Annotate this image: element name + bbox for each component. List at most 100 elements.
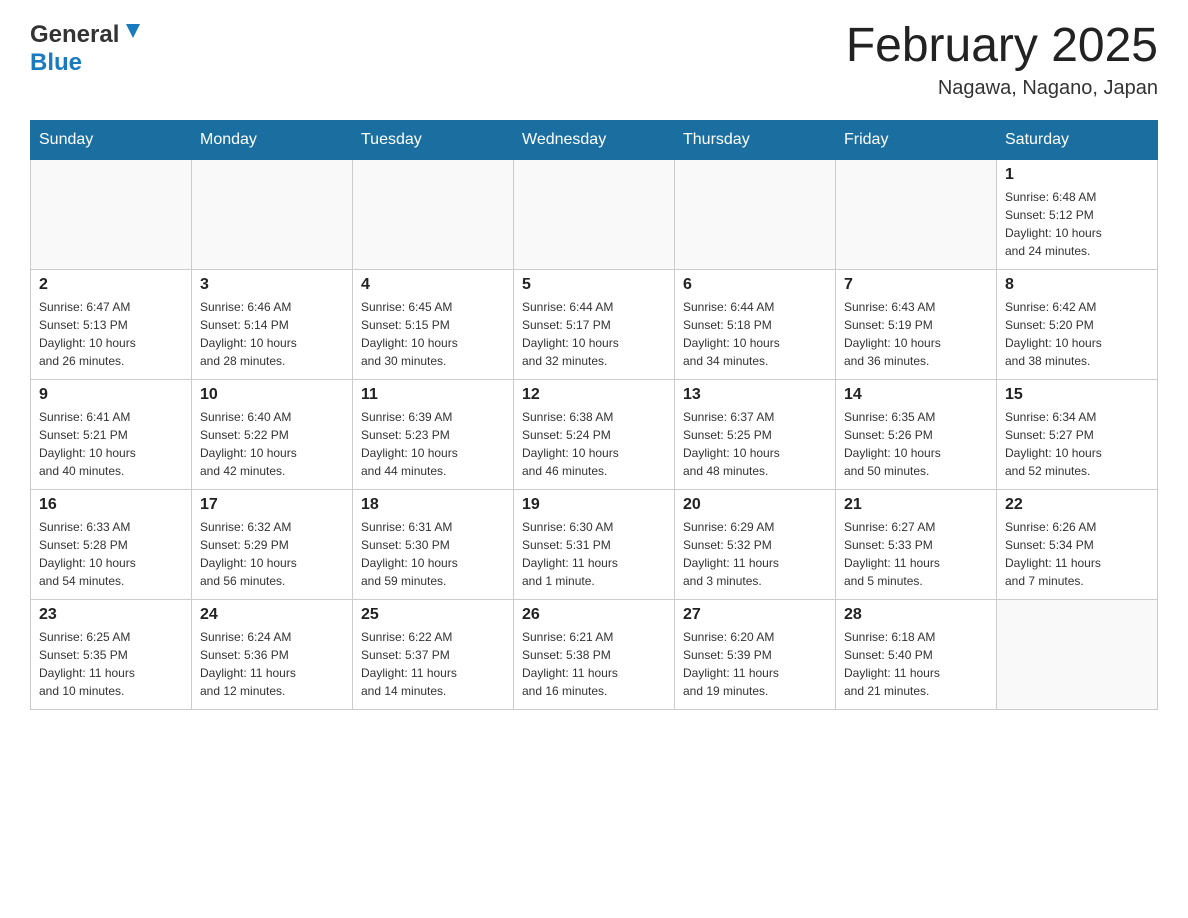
day-number: 7	[844, 276, 988, 294]
calendar-week-3: 9 Sunrise: 6:41 AM Sunset: 5:21 PM Daylig…	[31, 379, 1158, 489]
day-info: Sunrise: 6:33 AM Sunset: 5:28 PM Dayligh…	[39, 518, 183, 590]
calendar-cell: 10Sunrise: 6:40 AM Sunset: 5:22 PM Dayli…	[192, 379, 353, 489]
calendar-body: 1 Sunrise: 6:48 AM Sunset: 5:12 PM Daylig…	[31, 159, 1158, 709]
calendar-cell: 26 Sunrise: 6:21 AM Sunset: 5:38 PM Dayli…	[514, 599, 675, 709]
day-number: 12	[522, 386, 666, 404]
calendar-cell: 13Sunrise: 6:37 AM Sunset: 5:25 PM Dayli…	[675, 379, 836, 489]
day-number: 11	[361, 386, 505, 404]
day-info: Sunrise: 6:31 AM Sunset: 5:30 PM Dayligh…	[361, 518, 505, 590]
calendar-cell: 22 Sunrise: 6:26 AM Sunset: 5:34 PM Dayli…	[997, 489, 1158, 599]
month-title: February 2025	[846, 20, 1158, 73]
calendar-cell: 27Sunrise: 6:20 AM Sunset: 5:39 PM Dayli…	[675, 599, 836, 709]
calendar-cell	[836, 159, 997, 269]
calendar-cell	[997, 599, 1158, 709]
weekday-header-friday: Friday	[836, 120, 997, 159]
calendar-cell: 11 Sunrise: 6:39 AM Sunset: 5:23 PM Dayli…	[353, 379, 514, 489]
title-block: February 2025 Nagawa, Nagano, Japan	[846, 20, 1158, 100]
weekday-header-saturday: Saturday	[997, 120, 1158, 159]
calendar-cell: 12 Sunrise: 6:38 AM Sunset: 5:24 PM Dayli…	[514, 379, 675, 489]
calendar-cell: 14Sunrise: 6:35 AM Sunset: 5:26 PM Dayli…	[836, 379, 997, 489]
calendar-cell	[514, 159, 675, 269]
calendar-cell: 8 Sunrise: 6:42 AM Sunset: 5:20 PM Daylig…	[997, 269, 1158, 379]
weekday-header-thursday: Thursday	[675, 120, 836, 159]
day-info: Sunrise: 6:42 AM Sunset: 5:20 PM Dayligh…	[1005, 298, 1149, 370]
day-number: 13	[683, 386, 827, 404]
calendar-week-2: 2Sunrise: 6:47 AM Sunset: 5:13 PM Daylig…	[31, 269, 1158, 379]
calendar-cell: 19 Sunrise: 6:30 AM Sunset: 5:31 PM Dayli…	[514, 489, 675, 599]
weekday-header-tuesday: Tuesday	[353, 120, 514, 159]
weekday-header-wednesday: Wednesday	[514, 120, 675, 159]
day-info: Sunrise: 6:38 AM Sunset: 5:24 PM Dayligh…	[522, 408, 666, 480]
day-info: Sunrise: 6:25 AM Sunset: 5:35 PM Dayligh…	[39, 628, 183, 700]
calendar-table: SundayMondayTuesdayWednesdayThursdayFrid…	[30, 120, 1158, 710]
day-number: 17	[200, 496, 344, 514]
day-number: 15	[1005, 386, 1149, 404]
calendar-cell: 24Sunrise: 6:24 AM Sunset: 5:36 PM Dayli…	[192, 599, 353, 709]
calendar-cell: 17 Sunrise: 6:32 AM Sunset: 5:29 PM Dayli…	[192, 489, 353, 599]
location-title: Nagawa, Nagano, Japan	[846, 77, 1158, 100]
day-number: 19	[522, 496, 666, 514]
day-number: 5	[522, 276, 666, 294]
calendar-week-1: 1 Sunrise: 6:48 AM Sunset: 5:12 PM Daylig…	[31, 159, 1158, 269]
day-number: 28	[844, 606, 988, 624]
calendar-cell: 6 Sunrise: 6:44 AM Sunset: 5:18 PM Daylig…	[675, 269, 836, 379]
day-number: 1	[1005, 166, 1149, 184]
day-info: Sunrise: 6:43 AM Sunset: 5:19 PM Dayligh…	[844, 298, 988, 370]
day-number: 26	[522, 606, 666, 624]
day-number: 16	[39, 496, 183, 514]
calendar-cell	[192, 159, 353, 269]
day-info: Sunrise: 6:34 AM Sunset: 5:27 PM Dayligh…	[1005, 408, 1149, 480]
day-info: Sunrise: 6:35 AM Sunset: 5:26 PM Dayligh…	[844, 408, 988, 480]
weekday-header-monday: Monday	[192, 120, 353, 159]
day-number: 6	[683, 276, 827, 294]
day-number: 8	[1005, 276, 1149, 294]
day-info: Sunrise: 6:30 AM Sunset: 5:31 PM Dayligh…	[522, 518, 666, 590]
day-number: 18	[361, 496, 505, 514]
day-info: Sunrise: 6:48 AM Sunset: 5:12 PM Dayligh…	[1005, 188, 1149, 260]
calendar-cell: 4 Sunrise: 6:45 AM Sunset: 5:15 PM Daylig…	[353, 269, 514, 379]
day-info: Sunrise: 6:39 AM Sunset: 5:23 PM Dayligh…	[361, 408, 505, 480]
day-info: Sunrise: 6:44 AM Sunset: 5:18 PM Dayligh…	[683, 298, 827, 370]
calendar-cell: 3Sunrise: 6:46 AM Sunset: 5:14 PM Daylig…	[192, 269, 353, 379]
calendar-cell: 9 Sunrise: 6:41 AM Sunset: 5:21 PM Daylig…	[31, 379, 192, 489]
day-number: 9	[39, 386, 183, 404]
day-info: Sunrise: 6:20 AM Sunset: 5:39 PM Dayligh…	[683, 628, 827, 700]
calendar-cell: 28Sunrise: 6:18 AM Sunset: 5:40 PM Dayli…	[836, 599, 997, 709]
calendar-cell	[675, 159, 836, 269]
page-header: General Blue February 2025 Nagawa, Nagan…	[30, 20, 1158, 100]
day-info: Sunrise: 6:45 AM Sunset: 5:15 PM Dayligh…	[361, 298, 505, 370]
day-number: 4	[361, 276, 505, 294]
calendar-cell: 25Sunrise: 6:22 AM Sunset: 5:37 PM Dayli…	[353, 599, 514, 709]
day-info: Sunrise: 6:21 AM Sunset: 5:38 PM Dayligh…	[522, 628, 666, 700]
logo-blue-text: Blue	[30, 49, 82, 77]
weekday-header-sunday: Sunday	[31, 120, 192, 159]
day-info: Sunrise: 6:27 AM Sunset: 5:33 PM Dayligh…	[844, 518, 988, 590]
logo: General Blue	[30, 20, 144, 77]
calendar-cell: 15 Sunrise: 6:34 AM Sunset: 5:27 PM Dayli…	[997, 379, 1158, 489]
day-number: 20	[683, 496, 827, 514]
calendar-cell: 7 Sunrise: 6:43 AM Sunset: 5:19 PM Daylig…	[836, 269, 997, 379]
calendar-week-5: 23 Sunrise: 6:25 AM Sunset: 5:35 PM Dayli…	[31, 599, 1158, 709]
calendar-cell: 1 Sunrise: 6:48 AM Sunset: 5:12 PM Daylig…	[997, 159, 1158, 269]
day-info: Sunrise: 6:41 AM Sunset: 5:21 PM Dayligh…	[39, 408, 183, 480]
calendar-cell: 16 Sunrise: 6:33 AM Sunset: 5:28 PM Dayli…	[31, 489, 192, 599]
day-number: 2	[39, 276, 183, 294]
calendar-week-4: 16 Sunrise: 6:33 AM Sunset: 5:28 PM Dayli…	[31, 489, 1158, 599]
calendar-cell: 5 Sunrise: 6:44 AM Sunset: 5:17 PM Daylig…	[514, 269, 675, 379]
day-info: Sunrise: 6:32 AM Sunset: 5:29 PM Dayligh…	[200, 518, 344, 590]
calendar-cell: 20 Sunrise: 6:29 AM Sunset: 5:32 PM Dayli…	[675, 489, 836, 599]
logo-general-text: General	[30, 21, 119, 49]
day-number: 24	[200, 606, 344, 624]
calendar-cell: 18 Sunrise: 6:31 AM Sunset: 5:30 PM Dayli…	[353, 489, 514, 599]
day-info: Sunrise: 6:46 AM Sunset: 5:14 PM Dayligh…	[200, 298, 344, 370]
day-info: Sunrise: 6:44 AM Sunset: 5:17 PM Dayligh…	[522, 298, 666, 370]
day-info: Sunrise: 6:29 AM Sunset: 5:32 PM Dayligh…	[683, 518, 827, 590]
day-number: 10	[200, 386, 344, 404]
calendar-cell	[353, 159, 514, 269]
day-info: Sunrise: 6:26 AM Sunset: 5:34 PM Dayligh…	[1005, 518, 1149, 590]
day-number: 22	[1005, 496, 1149, 514]
day-info: Sunrise: 6:22 AM Sunset: 5:37 PM Dayligh…	[361, 628, 505, 700]
calendar-cell: 23 Sunrise: 6:25 AM Sunset: 5:35 PM Dayli…	[31, 599, 192, 709]
logo-arrow-icon	[122, 20, 144, 42]
day-number: 23	[39, 606, 183, 624]
